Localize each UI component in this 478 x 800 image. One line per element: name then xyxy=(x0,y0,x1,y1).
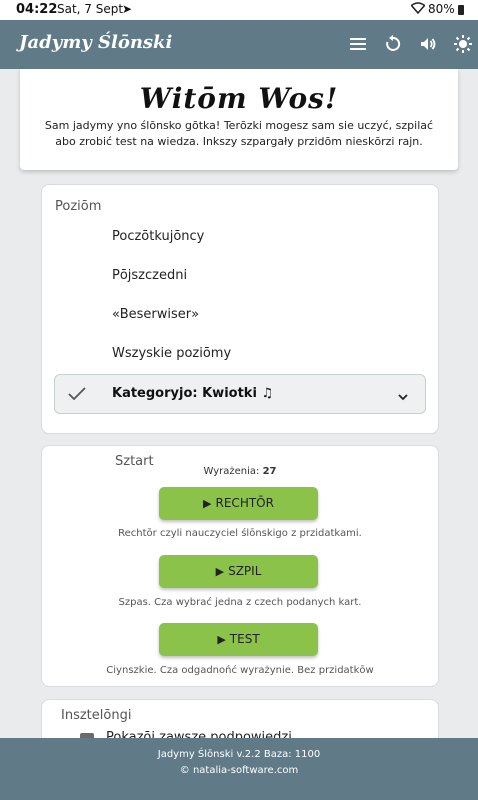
level-option-beginner[interactable]: Poczōtkujōncy xyxy=(112,229,204,244)
expression-count: Wyrażenia: 27 xyxy=(42,466,438,477)
status-date: Sat, 7 Sept xyxy=(57,2,124,16)
footer-copyright: © natalia-software.com xyxy=(179,765,299,776)
level-option-intermediate[interactable]: Pōjszczedni xyxy=(112,268,187,283)
game-description: Szpas. Cza wybrać jedna z czech podanych… xyxy=(118,597,362,608)
category-select-label: Kategoryjo: Kwiotki ♫ xyxy=(112,386,274,401)
battery-icon xyxy=(458,5,464,15)
footer-version: Jadymy Ślōnski v.2.2 Baza: 1100 xyxy=(157,749,321,760)
test-button-label: TEST xyxy=(229,632,260,646)
send-icon: ➤ xyxy=(122,2,133,16)
battery-percent: 80% xyxy=(428,2,455,16)
wifi-icon xyxy=(410,2,426,17)
chevron-down-icon xyxy=(397,388,409,401)
level-option-expert[interactable]: «Beserwiser» xyxy=(112,307,199,322)
settings-label: Insztelōngi xyxy=(61,708,132,723)
app-title: Jadymy Ślōnski xyxy=(19,32,173,53)
footer: Jadymy Ślōnski v.2.2 Baza: 1100 © natali… xyxy=(0,738,478,800)
check-icon xyxy=(67,385,87,403)
welcome-card: Witōm Wos! Sam jadymy yno ślōnsko gōtka!… xyxy=(20,69,458,170)
refresh-icon[interactable] xyxy=(383,34,403,54)
app-bar: Jadymy Ślōnski xyxy=(0,20,478,69)
play-icon: ▶ xyxy=(215,565,225,578)
welcome-heading: Witōm Wos! xyxy=(139,82,339,115)
menu-icon[interactable] xyxy=(348,34,368,54)
teacher-description: Rechtōr czyli nauczyciel ślōnskigo z prz… xyxy=(118,528,362,539)
expression-count-label: Wyrażenia: xyxy=(203,466,260,477)
status-time: 04:22 xyxy=(16,2,58,17)
status-bar: 04:22 Sat, 7 Sept ➤ 80% xyxy=(0,0,478,20)
teacher-button[interactable]: ▶ RECHTŌR xyxy=(159,487,318,520)
test-button[interactable]: ▶ TEST xyxy=(159,623,318,656)
level-label: Poziōm xyxy=(55,199,102,214)
volume-icon[interactable] xyxy=(418,34,438,54)
start-card: Sztart Wyrażenia: 27 ▶ RECHTŌR Rechtōr cz… xyxy=(41,445,439,687)
level-option-all[interactable]: Wszyskie poziōmy xyxy=(112,346,231,361)
category-select[interactable]: Kategoryjo: Kwiotki ♫ xyxy=(54,374,426,414)
brightness-icon[interactable] xyxy=(453,34,473,54)
level-card: Poziōm Poczōtkujōncy Pōjszczedni «Beserw… xyxy=(41,184,439,434)
test-description: Ciynszkie. Cza odgadnońć wyrażynie. Bez … xyxy=(106,665,374,676)
expression-count-value: 27 xyxy=(262,466,277,477)
game-button-label: SZPIL xyxy=(228,564,262,578)
teacher-button-label: RECHTŌR xyxy=(215,496,274,510)
play-icon: ▶ xyxy=(217,633,226,646)
game-button[interactable]: ▶ SZPIL xyxy=(159,555,318,588)
welcome-intro: Sam jadymy yno ślōnsko gōtka! Terōzki mo… xyxy=(44,119,434,148)
play-icon: ▶ xyxy=(203,497,212,510)
